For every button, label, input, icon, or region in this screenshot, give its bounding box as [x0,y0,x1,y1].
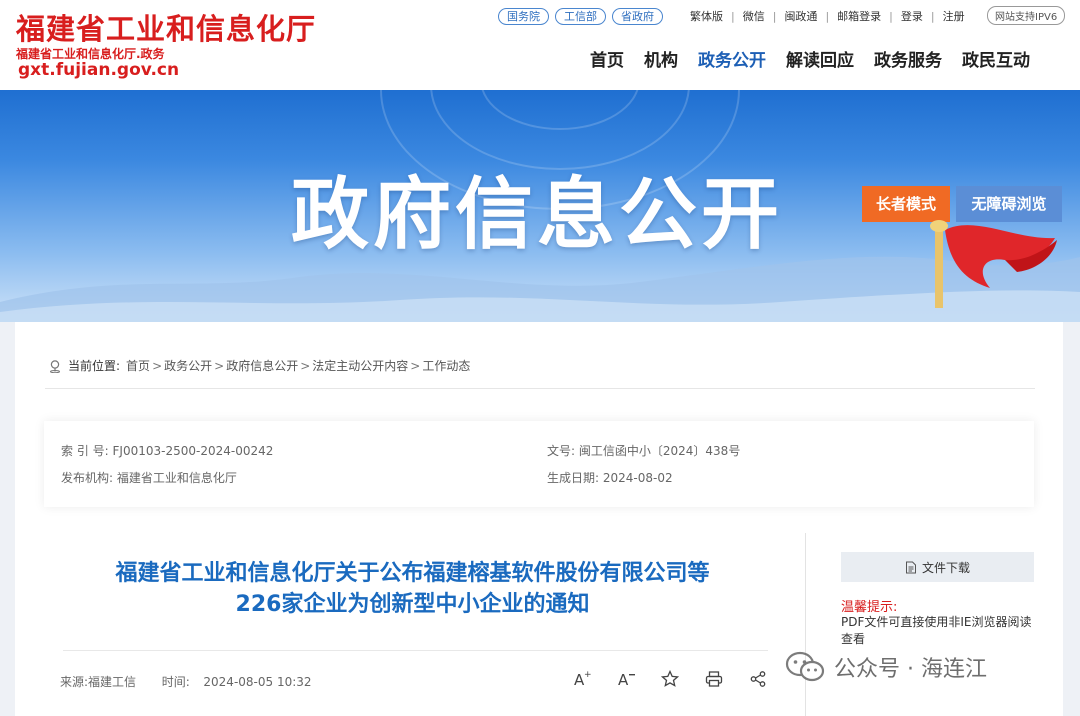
breadcrumb-separator: > [410,358,421,373]
external-links: 国务院 工信部 省政府 [498,7,669,25]
link-traditional[interactable]: 繁体版 [690,8,723,24]
link-wechat[interactable]: 微信 [743,8,765,24]
breadcrumb-statutory[interactable]: 法定主动公开内容 [312,357,408,374]
nav-interpretation[interactable]: 解读回应 [786,46,854,71]
divider [63,650,768,651]
divider: | [772,9,777,23]
nav-gov-affairs[interactable]: 政务公开 [698,46,766,71]
generated-date: 生成日期: 2024-08-02 [547,469,673,486]
file-download-button[interactable]: 文件下载 [841,552,1034,582]
publisher-label: 发布机构: [61,471,114,485]
file-download-label: 文件下载 [921,560,970,575]
breadcrumb-separator: > [300,358,311,373]
index-number-value: FJ00103-2500-2024-00242 [112,444,274,458]
site-logo-url: gxt.fujian.gov.cn [18,60,180,80]
watermark-text: 公众号 · 海连江 [834,657,987,682]
svg-text:A: A [618,671,629,689]
banner-title: 政府信息公开 [291,170,784,260]
main-nav: 首页 机构 政务公开 解读回应 政务服务 政民互动 [590,46,1050,71]
location-icon [50,359,60,373]
article-title-line2: 226家企业为创新型中小企业的通知 [235,592,590,617]
article-tools: A + A [571,668,791,690]
favorite-star-icon[interactable] [659,668,681,690]
document-icon [905,561,916,573]
breadcrumb-separator: > [152,358,163,373]
breadcrumb-gov-affairs[interactable]: 政务公开 [164,357,212,374]
tip-title: 温馨提示: [841,600,898,615]
document-metadata: 索 引 号: FJ00103-2500-2024-00242 文号: 闽工信函中… [44,421,1034,507]
link-mail-login[interactable]: 邮箱登录 [837,8,881,24]
link-miit[interactable]: 工信部 [555,7,606,25]
article-meta: 来源:福建工信 时间: 2024-08-05 10:32 [60,673,312,690]
document-number-value: 闽工信函中小〔2024〕438号 [578,444,741,458]
document-number: 文号: 闽工信函中小〔2024〕438号 [547,442,740,459]
divider [805,533,806,716]
divider: | [731,9,735,23]
generated-date-value: 2024-08-02 [602,471,673,485]
index-number-label: 索 引 号: [61,444,109,458]
nav-interaction[interactable]: 政民互动 [962,46,1030,71]
link-state-council[interactable]: 国务院 [498,7,549,25]
nav-gov-services[interactable]: 政务服务 [874,46,942,71]
svg-text:+: + [584,670,592,680]
breadcrumb-info-disclosure[interactable]: 政府信息公开 [226,357,298,374]
wechat-icon [785,651,825,682]
utility-links: 繁体版 | 微信 | 闽政通 | 邮箱登录 | 登录 | 注册 [690,8,965,24]
article-source: 来源:福建工信 [60,675,137,689]
tip-text: PDF文件可直接使用非IE浏览器阅读查看 [841,615,1032,646]
divider: | [825,9,830,23]
site-header: 福建省工业和信息化厅 福建省工业和信息化厅.政务 gxt.fujian.gov.… [0,0,1080,90]
link-register[interactable]: 注册 [943,8,965,24]
print-icon[interactable] [703,668,725,690]
publisher: 发布机构: 福建省工业和信息化厅 [61,469,237,486]
share-icon[interactable] [747,668,769,690]
divider: | [889,9,893,23]
nav-institutions[interactable]: 机构 [644,46,678,71]
article-title: 福建省工业和信息化厅关于公布福建榕基软件股份有限公司等 226家企业为创新型中小… [45,558,780,620]
wechat-watermark: 公众号 · 海连江 [784,650,987,684]
document-number-label: 文号: [547,444,576,458]
link-provincial-gov[interactable]: 省政府 [612,7,663,25]
publisher-value: 福建省工业和信息化厅 [116,471,237,485]
breadcrumb-home[interactable]: 首页 [126,357,150,374]
generated-date-label: 生成日期: [547,471,600,485]
red-flag-emblem [930,220,1057,308]
breadcrumb-label: 当前位置: [68,359,121,373]
breadcrumb-separator: > [214,358,225,373]
divider: | [930,9,935,23]
link-minzhengtong[interactable]: 闽政通 [784,8,817,24]
article-time-value: 2024-08-05 10:32 [203,675,312,689]
article-time-label: 时间: [161,675,190,689]
index-number: 索 引 号: FJ00103-2500-2024-00242 [61,442,273,459]
ipv6-badge: 网站支持IPV6 [987,6,1066,25]
divider [45,388,1035,389]
link-login[interactable]: 登录 [901,8,923,24]
article-title-line1: 福建省工业和信息化厅关于公布福建榕基软件股份有限公司等 [115,561,710,586]
site-logo-title[interactable]: 福建省工业和信息化厅 [16,6,316,48]
breadcrumb-work-news[interactable]: 工作动态 [422,357,470,374]
font-increase-icon[interactable]: A + [571,668,593,690]
nav-home[interactable]: 首页 [590,46,624,71]
font-decrease-icon[interactable]: A [615,668,637,690]
breadcrumb: 当前位置: 首页 > 政务公开 > 政府信息公开 > 法定主动公开内容 > 工作… [48,357,470,374]
